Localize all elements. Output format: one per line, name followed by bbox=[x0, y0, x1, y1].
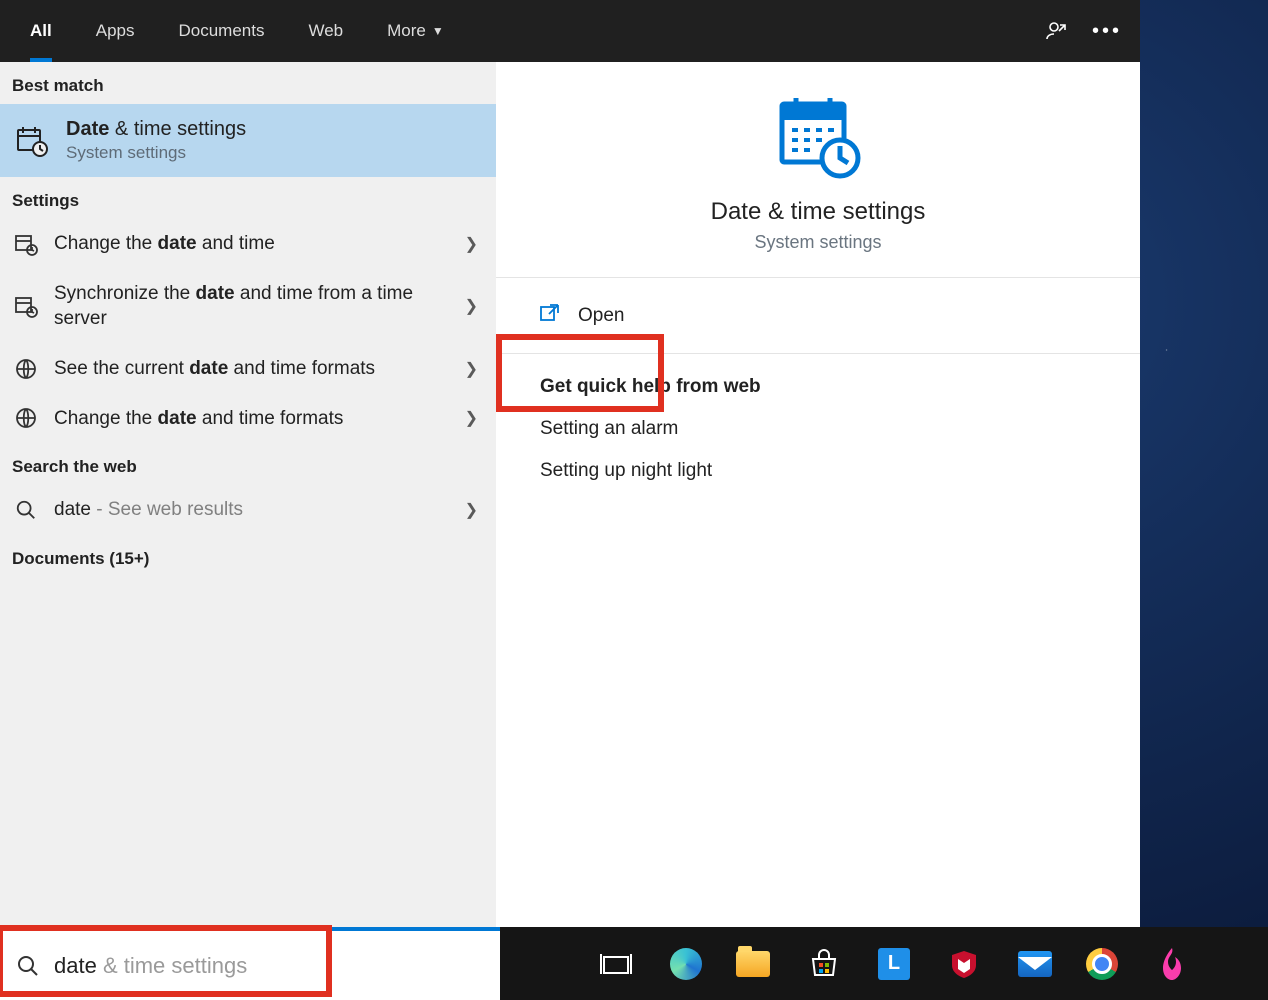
task-view-icon[interactable] bbox=[596, 944, 636, 984]
calendar-clock-icon bbox=[12, 294, 40, 318]
open-label: Open bbox=[578, 305, 624, 327]
mcafee-icon[interactable] bbox=[944, 944, 984, 984]
taskbar-icons: L bbox=[500, 944, 1192, 984]
settings-heading: Settings bbox=[0, 177, 496, 219]
preview-subtitle: System settings bbox=[754, 232, 881, 253]
preview-pane: Date & time settings System settings Ope… bbox=[496, 62, 1140, 927]
row-text: Change the date and time formats bbox=[54, 406, 451, 432]
best-match-result[interactable]: Date & time settings System settings bbox=[0, 104, 496, 177]
row-text: See the current date and time formats bbox=[54, 356, 451, 382]
app-l-icon[interactable]: L bbox=[878, 948, 910, 980]
help-link-alarm[interactable]: Setting an alarm bbox=[514, 408, 1122, 450]
tab-apps[interactable]: Apps bbox=[74, 0, 157, 62]
start-search-panel: All Apps Documents Web More▼ ••• Best ma… bbox=[0, 0, 1140, 927]
globe-icon bbox=[12, 406, 40, 430]
best-match-title: Date & time settings bbox=[66, 118, 246, 141]
microsoft-store-icon[interactable] bbox=[804, 944, 844, 984]
chevron-right-icon: ❯ bbox=[465, 500, 484, 520]
mail-icon[interactable] bbox=[1018, 951, 1052, 977]
search-icon bbox=[12, 499, 40, 521]
help-link-night-light[interactable]: Setting up night light bbox=[514, 450, 1122, 492]
file-explorer-icon[interactable] bbox=[736, 951, 770, 977]
search-tabs: All Apps Documents Web More▼ ••• bbox=[0, 0, 1140, 62]
web-result[interactable]: date - See web results ❯ bbox=[0, 485, 496, 535]
divider bbox=[496, 277, 1140, 278]
annotation-highlight bbox=[496, 334, 664, 412]
annotation-highlight bbox=[0, 925, 332, 997]
chevron-right-icon: ❯ bbox=[465, 359, 484, 379]
tab-more[interactable]: More▼ bbox=[365, 0, 466, 62]
edge-browser-icon[interactable] bbox=[670, 948, 702, 980]
row-text: Change the date and time bbox=[54, 231, 451, 257]
tab-all[interactable]: All bbox=[8, 0, 74, 62]
cortana-icon[interactable] bbox=[522, 944, 562, 984]
chevron-right-icon: ❯ bbox=[465, 234, 484, 254]
chrome-browser-icon[interactable] bbox=[1086, 948, 1118, 980]
setting-see-formats[interactable]: See the current date and time formats ❯ bbox=[0, 344, 496, 394]
preview-title: Date & time settings bbox=[711, 198, 926, 226]
flame-app-icon[interactable] bbox=[1152, 944, 1192, 984]
best-match-heading: Best match bbox=[0, 62, 496, 104]
search-web-heading: Search the web bbox=[0, 443, 496, 485]
chevron-down-icon: ▼ bbox=[432, 24, 444, 38]
taskbar: date & time settings L bbox=[0, 927, 1268, 1000]
row-text: Synchronize the date and time from a tim… bbox=[54, 281, 451, 332]
feedback-icon[interactable] bbox=[1032, 0, 1082, 62]
calendar-clock-icon bbox=[14, 123, 50, 159]
setting-change-formats[interactable]: Change the date and time formats ❯ bbox=[0, 394, 496, 444]
chevron-right-icon: ❯ bbox=[465, 296, 484, 316]
row-text: date - See web results bbox=[54, 497, 451, 523]
calendar-clock-icon bbox=[772, 90, 864, 182]
documents-heading: Documents (15+) bbox=[0, 535, 496, 577]
tab-documents[interactable]: Documents bbox=[156, 0, 286, 62]
setting-sync-time[interactable]: Synchronize the date and time from a tim… bbox=[0, 269, 496, 344]
chevron-right-icon: ❯ bbox=[465, 408, 484, 428]
globe-icon bbox=[12, 357, 40, 381]
taskbar-search-box[interactable]: date & time settings bbox=[0, 927, 500, 1000]
calendar-clock-icon bbox=[12, 232, 40, 256]
open-external-icon bbox=[540, 304, 560, 327]
preview-hero: Date & time settings System settings bbox=[514, 80, 1122, 271]
setting-change-date-time[interactable]: Change the date and time ❯ bbox=[0, 219, 496, 269]
tab-web[interactable]: Web bbox=[286, 0, 365, 62]
more-options-icon[interactable]: ••• bbox=[1082, 0, 1132, 62]
best-match-subtitle: System settings bbox=[66, 143, 246, 163]
results-left-pane: Best match Date & time settings System s… bbox=[0, 62, 496, 927]
